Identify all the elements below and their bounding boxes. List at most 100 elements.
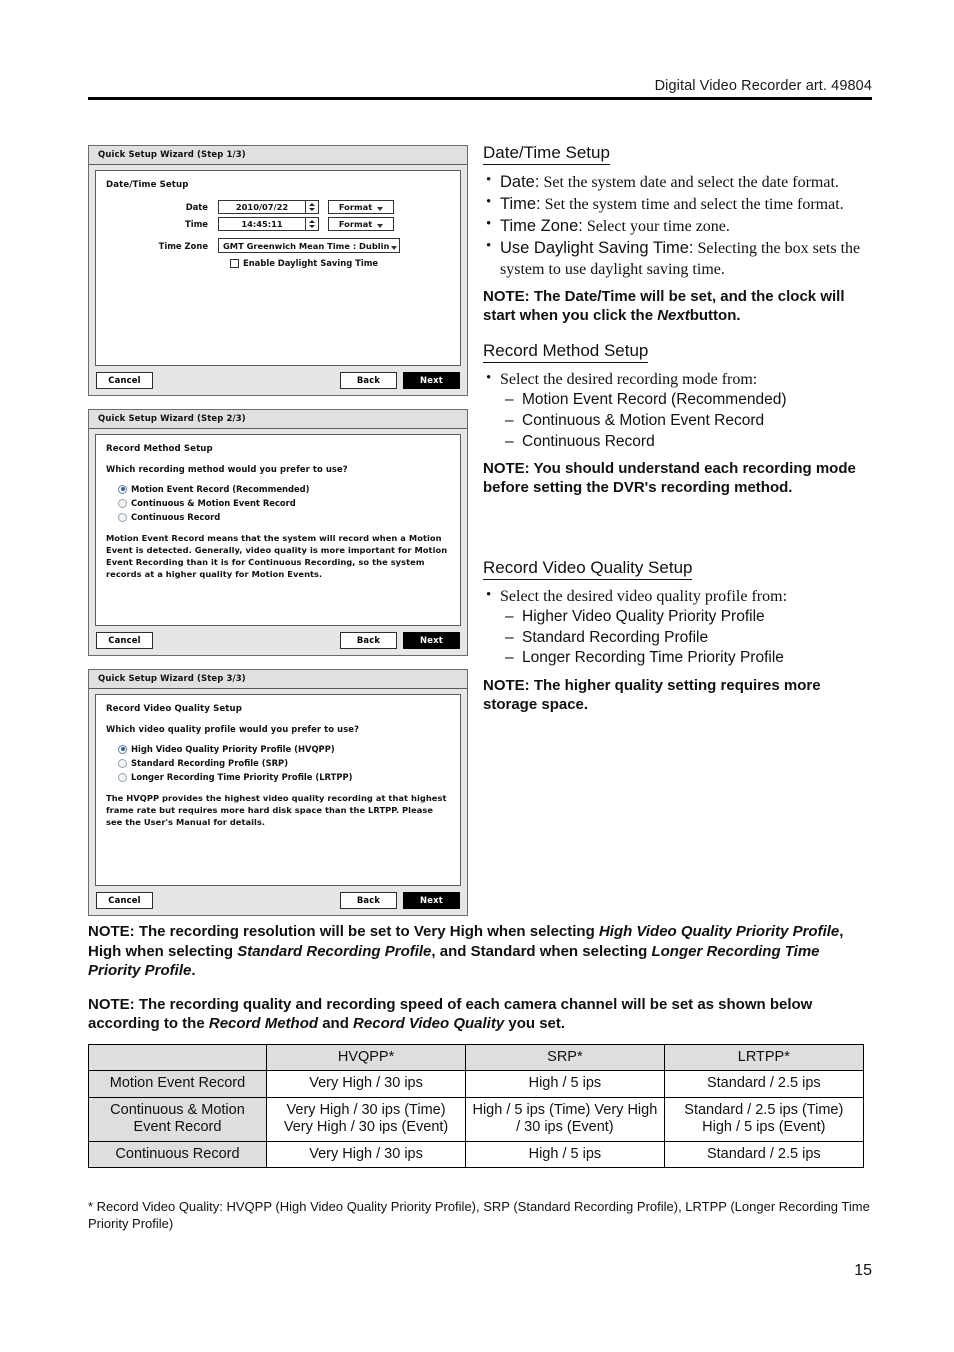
time-row: Time 14:45:11 Format (106, 217, 450, 231)
radio-icon-selected[interactable] (118, 744, 127, 754)
screenshots-column: Quick Setup Wizard (Step 1/3) Date/Time … (88, 145, 470, 929)
column-header-srp: SRP* (465, 1043, 665, 1072)
video-quality-options: High Video Quality Priority Profile (HVQ… (118, 744, 450, 782)
page-number: 15 (854, 1262, 872, 1279)
sub-item: Continuous Record (500, 432, 875, 453)
table-body: Motion Event Record Very High / 30 ips H… (88, 1070, 865, 1168)
sub-item: Higher Video Quality Priority Profile (500, 607, 875, 628)
sub-item: Longer Recording Time Priority Profile (500, 648, 875, 669)
record-method-option-label: Continuous & Motion Event Record (131, 498, 296, 508)
table-row: Continuous & Motion Event Record Very Hi… (88, 1096, 865, 1142)
bottom-note-2: NOTE: The recording quality and recordin… (88, 995, 874, 1034)
dialog-3-section-title: Record Video Quality Setup (106, 704, 242, 714)
date-format-label: Format (338, 202, 373, 212)
record-method-options: Motion Event Record (Recommended) Contin… (118, 484, 450, 522)
spinner-down-icon[interactable] (309, 224, 315, 228)
table-cell: Very High / 30 ips (265, 1070, 467, 1098)
bullet-term: Use Daylight Saving Time: (500, 239, 694, 258)
dialog-3-titlebar: Quick Setup Wizard (Step 3/3) (89, 670, 467, 689)
bullet-term: Time Zone: (500, 217, 583, 236)
spinner-up-icon[interactable] (309, 203, 315, 207)
video-quality-sub-list: Higher Video Quality Priority Profile St… (500, 607, 875, 669)
video-quality-option[interactable]: Longer Recording Time Priority Profile (… (118, 772, 450, 782)
row-label: Continuous & Motion Event Record (88, 1096, 267, 1142)
dst-label: Enable Daylight Saving Time (243, 258, 379, 268)
record-method-option[interactable]: Continuous & Motion Event Record (118, 498, 450, 508)
table-head: HVQPP* SRP* LRTPP* (88, 1043, 865, 1072)
dst-row[interactable]: Enable Daylight Saving Time (230, 258, 450, 268)
dialog-2-description: Motion Event Record means that the syste… (106, 533, 448, 580)
radio-icon[interactable] (118, 512, 127, 522)
date-format-button[interactable]: Format (328, 200, 394, 214)
table-corner-cell (88, 1043, 267, 1072)
bullet-time: Time: Set the system time and select the… (483, 193, 875, 215)
date-input[interactable]: 2010/07/22 (218, 200, 306, 214)
table-footnote: * Record Video Quality: HVQPP (High Vide… (88, 1199, 870, 1231)
note-part-3: , and Standard when selecting (431, 942, 648, 960)
spinner-up-icon[interactable] (309, 220, 315, 224)
video-quality-option[interactable]: High Video Quality Priority Profile (HVQ… (118, 744, 450, 754)
row-label: Continuous Record (88, 1140, 267, 1168)
bullet-text: Select the desired video quality profile… (500, 587, 788, 605)
note-emphasis-2: Record Video Quality (353, 1015, 505, 1032)
note-prefix: NOTE: (88, 923, 135, 940)
radio-icon[interactable] (118, 772, 127, 782)
table-cell: Standard / 2.5 ips (663, 1140, 865, 1168)
column-header-lrtpp: LRTPP* (663, 1043, 865, 1072)
page-header: Digital Video Recorder art. 49804 (88, 78, 872, 100)
bullet-daylight-saving: Use Daylight Saving Time: Selecting the … (483, 237, 875, 279)
timezone-value: GMT Greenwich Mean Time : Dublin (223, 240, 390, 251)
time-input[interactable]: 14:45:11 (218, 217, 306, 231)
note-part-2: and (322, 1015, 349, 1032)
table-row: Continuous Record Very High / 30 ips Hig… (88, 1140, 865, 1168)
dst-checkbox[interactable] (230, 258, 239, 268)
back-button[interactable]: Back (340, 892, 397, 909)
dialog-2-titlebar: Quick Setup Wizard (Step 2/3) (89, 410, 467, 429)
cancel-button[interactable]: Cancel (96, 372, 153, 389)
date-time-bullet-list: Date: Set the system date and select the… (483, 171, 875, 280)
bullet-lead: Select the desired video quality profile… (483, 586, 875, 669)
note-emphasis: Next (657, 306, 690, 324)
bottom-note-1: NOTE: The recording resolution will be s… (88, 922, 874, 981)
dialog-2-section-title: Record Method Setup (106, 444, 213, 454)
date-label: Date (185, 202, 208, 212)
back-button[interactable]: Back (340, 632, 397, 649)
next-button[interactable]: Next (403, 892, 460, 909)
cancel-button[interactable]: Cancel (96, 632, 153, 649)
note-date-time: NOTE: The Date/Time will be set, and the… (483, 288, 875, 326)
chevron-down-icon (377, 224, 384, 228)
video-quality-option-label: Standard Recording Profile (SRP) (131, 758, 289, 768)
dialog-1-section-title: Date/Time Setup (106, 180, 189, 190)
radio-icon[interactable] (118, 498, 127, 508)
dialog-3-body: Record Video Quality Setup Which video q… (95, 694, 461, 886)
bullet-time-zone: Time Zone: Select your time zone. (483, 215, 875, 237)
timezone-row: Time Zone GMT Greenwich Mean Time : Dubl… (106, 238, 450, 253)
bullet-date: Date: Set the system date and select the… (483, 171, 875, 193)
radio-icon-selected[interactable] (118, 484, 127, 494)
note-record-method: NOTE: You should understand each recordi… (483, 460, 856, 497)
note-part-4: . (191, 962, 196, 979)
section-heading: Date/Time Setup (483, 143, 610, 165)
time-spinner[interactable] (306, 217, 319, 231)
header-rule (88, 97, 872, 100)
record-method-bullet-list: Select the desired recording mode from: … (483, 369, 875, 453)
cancel-button[interactable]: Cancel (96, 892, 153, 909)
record-method-option[interactable]: Motion Event Record (Recommended) (118, 484, 450, 494)
video-quality-option[interactable]: Standard Recording Profile (SRP) (118, 758, 450, 768)
next-button[interactable]: Next (403, 632, 460, 649)
back-button[interactable]: Back (340, 372, 397, 389)
record-method-option-label: Continuous Record (131, 512, 221, 522)
next-button[interactable]: Next (403, 372, 460, 389)
timezone-select[interactable]: GMT Greenwich Mean Time : Dublin (218, 238, 400, 253)
radio-icon[interactable] (118, 758, 127, 768)
time-format-button[interactable]: Format (328, 217, 394, 231)
bullet-text: Select the desired recording mode from: (500, 371, 758, 389)
dialog-step-2: Quick Setup Wizard (Step 2/3) Record Met… (88, 409, 468, 656)
date-spinner[interactable] (306, 200, 319, 214)
record-method-option[interactable]: Continuous Record (118, 512, 450, 522)
spinner-down-icon[interactable] (309, 207, 315, 211)
bullet-text: Set the system time and select the time … (544, 196, 844, 214)
table-cell: High / 5 ips (465, 1070, 665, 1098)
recording-spec-table: HVQPP* SRP* LRTPP* Motion Event Record V… (88, 1043, 865, 1168)
